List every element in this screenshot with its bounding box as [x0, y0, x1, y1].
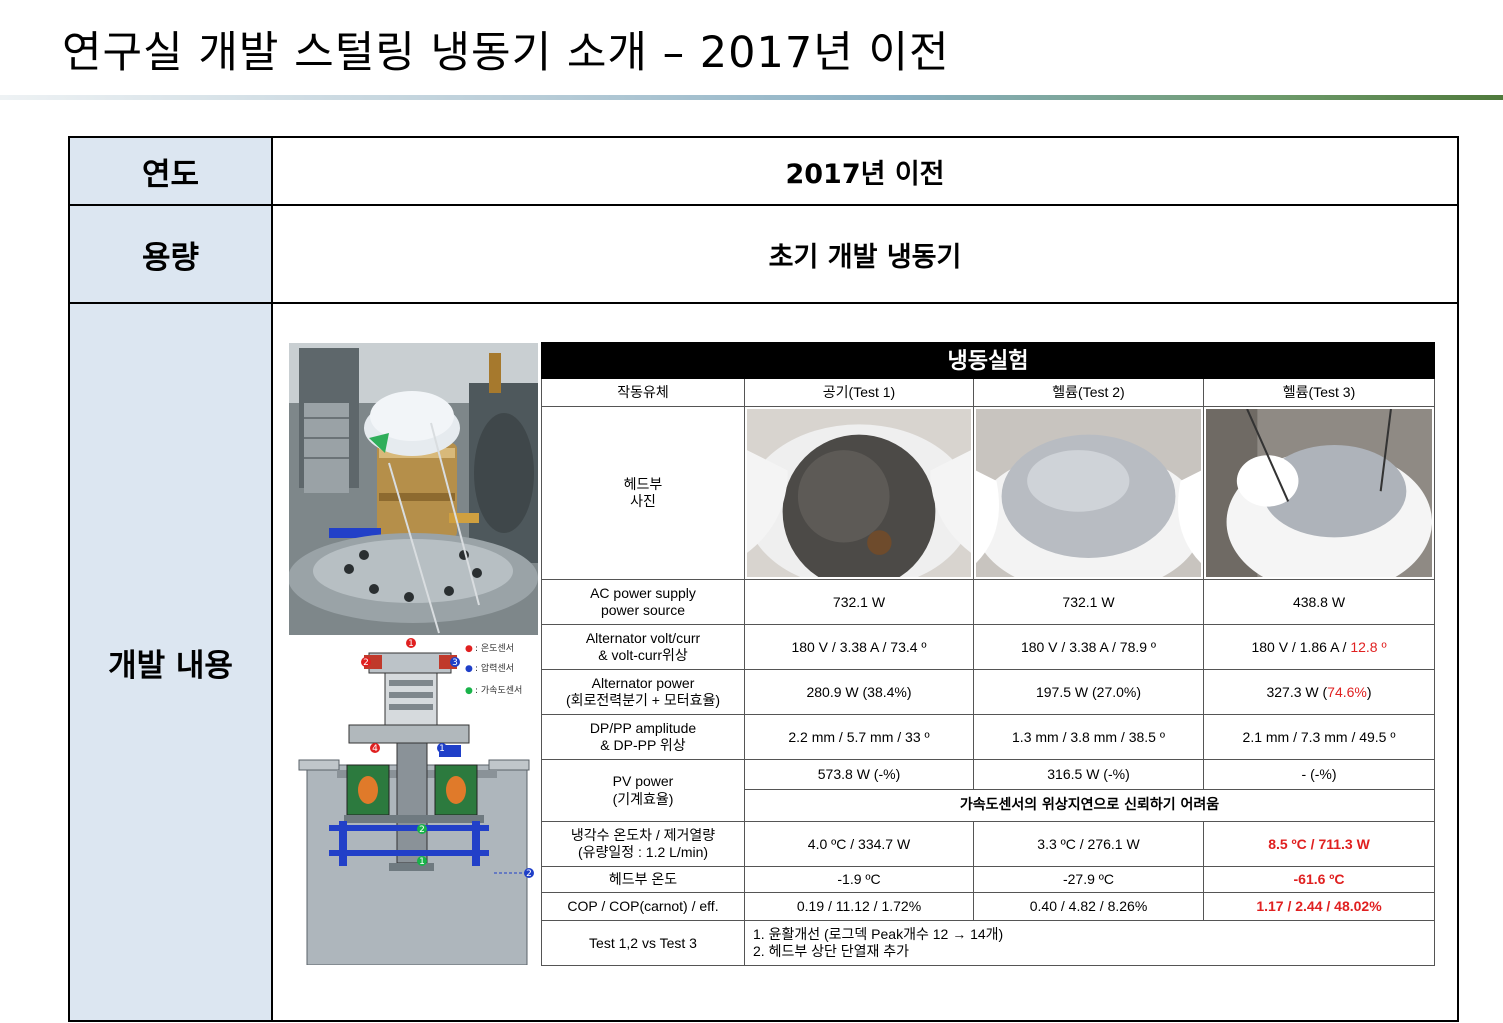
refrigeration-experiment-table: 냉동실험 작동유체 공기(Test 1) 헬륨(Test 2) 헬륨(Test …	[540, 342, 1436, 967]
cell-test3: 180 V / 1.86 A / 12.8 º	[1202, 624, 1436, 671]
highlight-value: 12.8 º	[1350, 638, 1387, 655]
cell-test1: 2.2 mm / 5.7 mm / 33 º	[744, 714, 974, 761]
row-label: PV power (기계효율)	[541, 759, 745, 823]
sensor-marker: 2	[419, 825, 425, 835]
legend-label-temperature: : 온도센서	[475, 643, 514, 654]
experiment-title: 냉동실험	[540, 342, 1436, 379]
row-label: Test 1,2 vs Test 3	[541, 920, 745, 967]
legend-marker-temperature: ●	[465, 644, 473, 654]
highlight-value: 74.6%	[1327, 683, 1367, 700]
table-row-year: 연도 2017년 이전	[70, 138, 1457, 206]
cell-test3: -61.6 ºC	[1202, 866, 1436, 894]
cell-test1: 732.1 W	[744, 579, 974, 626]
cell-test1: 0.19 / 11.12 / 1.72%	[744, 892, 974, 922]
row-label: Alternator volt/curr & volt-curr위상	[541, 624, 745, 671]
cell-test2: 1.3 mm / 3.8 mm / 38.5 º	[973, 714, 1204, 761]
title-divider	[0, 95, 1503, 100]
head-photo-test3	[1202, 405, 1436, 581]
cell-test1: 573.8 W (-%)	[744, 759, 974, 791]
column-header: 헬륨(Test 3)	[1202, 378, 1436, 407]
row-label: COP / COP(carnot) / eff.	[541, 892, 745, 922]
row-label: DP/PP amplitude & DP-PP 위상	[541, 714, 745, 761]
sensor-marker: 2	[526, 869, 532, 879]
improvement-note: 2. 헤드부 상단 단열재 추가	[753, 943, 910, 960]
cell-test3-value: 327.3 W (	[1266, 683, 1328, 700]
cell-test1: 4.0 ºC / 334.7 W	[744, 821, 974, 868]
sensor-marker: 2	[363, 658, 369, 668]
head-photo-test3-image	[1206, 409, 1433, 578]
row-label: 냉각수 온도차 / 제거열량 (유량일정 : 1.2 L/min)	[541, 821, 745, 868]
cell-test1: 280.9 W (38.4%)	[744, 669, 974, 716]
cell-test3-value: 180 V / 1.86 A /	[1251, 638, 1351, 655]
sensor-marker: 3	[452, 658, 458, 668]
cell-test1: 180 V / 3.38 A / 73.4 º	[744, 624, 974, 671]
cell-test3: 438.8 W	[1202, 579, 1436, 626]
cell-test2: 0.40 / 4.82 / 8.26%	[973, 892, 1204, 922]
row-label: 헤드부 사진	[541, 405, 745, 581]
sensor-marker: 1	[439, 744, 445, 754]
head-photo-test2-image	[976, 409, 1201, 578]
cell-test2: -27.9 ºC	[973, 866, 1204, 894]
cell-test2: 180 V / 3.38 A / 78.9 º	[973, 624, 1204, 671]
row-label-capacity: 용량	[70, 206, 273, 302]
cell-test2: 197.5 W (27.0%)	[973, 669, 1204, 716]
cell-test3-suffix: )	[1366, 683, 1372, 700]
row-value-year: 2017년 이전	[785, 158, 945, 190]
cell-test2: 3.3 ºC / 276.1 W	[973, 821, 1204, 868]
head-photo-test2	[973, 405, 1204, 581]
row-value-capacity: 초기 개발 냉동기	[768, 241, 962, 273]
cell-test2: 732.1 W	[973, 579, 1204, 626]
reliability-note: 가속도센서의 위상지연으로 신뢰하기 어려움	[743, 789, 1436, 823]
legend-label-pressure: : 압력센서	[475, 662, 514, 674]
cross-section-diagram: 1 2 3 4 1 2 1 2 ● : 온도센서 ● : 압력센서 ● : 가속…	[289, 635, 538, 966]
sensor-marker: 1	[419, 857, 425, 867]
cell-test2: 316.5 W (-%)	[973, 759, 1204, 791]
table-row-capacity: 용량 초기 개발 냉동기	[70, 206, 1457, 304]
legend-marker-accelerometer: ●	[465, 686, 473, 696]
slide-title: 연구실 개발 스털링 냉동기 소개 – 2017년 이전	[62, 28, 950, 78]
row-label-year: 연도	[70, 138, 273, 204]
row-label-development: 개발 내용	[70, 304, 273, 1020]
row-label: 헤드부 온도	[541, 866, 745, 894]
legend-marker-pressure: ●	[465, 664, 473, 674]
cell-test3: - (-%)	[1202, 759, 1436, 791]
row-label: Alternator power (회로전력분기 + 모터효율)	[541, 669, 745, 716]
legend-label-accelerometer: : 가속도센서	[475, 685, 522, 696]
cross-section-drawing: 1 2 3 4 1 2 1 2 ● : 온도센서 ● : 압력센서 ● : 가속…	[289, 638, 538, 966]
column-header: 공기(Test 1)	[744, 378, 974, 407]
head-photo-test1-image	[747, 409, 971, 578]
cell-test1: -1.9 ºC	[744, 866, 974, 894]
column-header: 작동유체	[541, 378, 745, 407]
cell-test3: 327.3 W (74.6%)	[1202, 669, 1436, 716]
row-label: AC power supply power source	[541, 579, 745, 626]
column-header: 헬륨(Test 2)	[973, 378, 1204, 407]
improvement-note: 1. 윤활개선 (로그덱 Peak개수 12 → 14개)	[753, 925, 1004, 942]
sensor-marker: 4	[372, 744, 378, 754]
refrigerator-photo-image	[289, 343, 538, 635]
head-photo-test1	[744, 405, 974, 581]
refrigerator-photo	[289, 343, 538, 635]
cell-test3: 1.17 / 2.44 / 48.02%	[1202, 892, 1436, 922]
improvement-notes: 1. 윤활개선 (로그덱 Peak개수 12 → 14개) 2. 헤드부 상단 …	[743, 920, 1436, 967]
sensor-marker: 1	[408, 639, 414, 649]
cell-test3: 2.1 mm / 7.3 mm / 49.5 º	[1202, 714, 1436, 761]
cell-test3: 8.5 ºC / 711.3 W	[1202, 821, 1436, 868]
